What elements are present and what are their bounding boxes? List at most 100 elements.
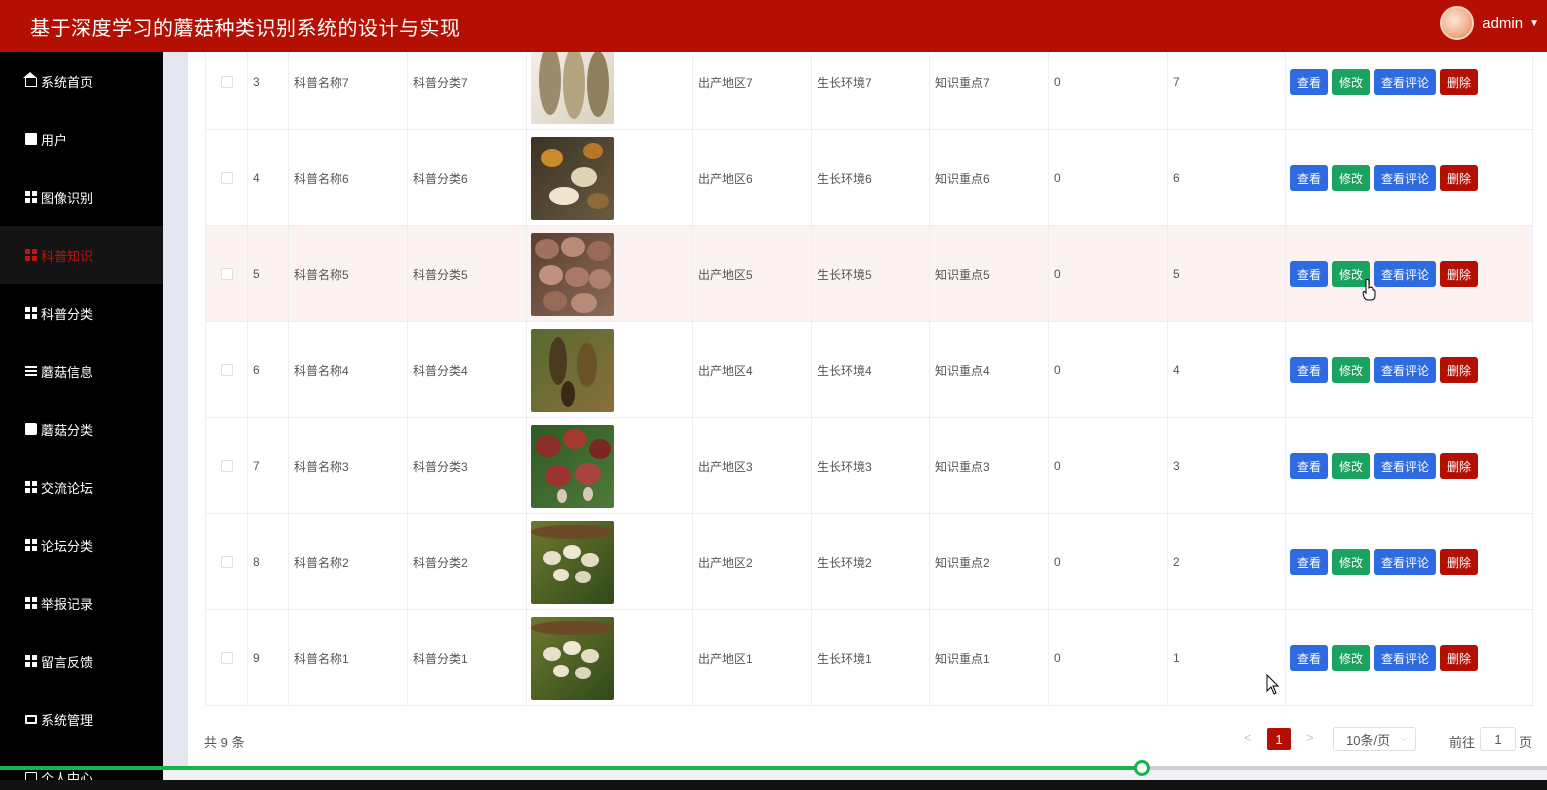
edit-button[interactable]: 修改: [1332, 645, 1371, 671]
delete-button[interactable]: 删除: [1440, 549, 1479, 575]
view-button[interactable]: 查看: [1290, 69, 1329, 95]
row-checkbox[interactable]: [220, 76, 233, 88]
name-cell: 科普名称5: [289, 226, 408, 322]
row-checkbox[interactable]: [220, 556, 233, 568]
content-gutter: [163, 52, 188, 766]
count-cell: 0: [1049, 130, 1168, 226]
view-button[interactable]: 查看: [1290, 549, 1329, 575]
index-cell: 4: [248, 130, 289, 226]
view-button[interactable]: 查看: [1290, 357, 1329, 383]
sidebar-item-label: 论坛分类: [41, 538, 94, 554]
table-row[interactable]: 9 科普名称1 科普分类1 出产地区1 生长环境1 知识重点1 0 1 查看 修…: [206, 610, 1532, 706]
sidebar-item[interactable]: 举报记录: [0, 574, 163, 632]
caret-down-icon[interactable]: ▼: [1529, 18, 1539, 29]
table-row[interactable]: 4 科普名称6 科普分类6 出产地区6 生长环境6 知识重点6 0 6 查看 修…: [206, 130, 1532, 226]
view-comments-button[interactable]: 查看评论: [1374, 69, 1437, 95]
table-row[interactable]: 3 科普名称7 科普分类7 出产地区7 生长环境7 知识重点7 0 7 查看 修…: [206, 52, 1532, 130]
area-cell: 出产地区2: [693, 514, 812, 610]
image-cell: [527, 130, 693, 226]
row-select-cell: [206, 52, 248, 130]
sidebar-item[interactable]: 图像识别: [0, 168, 163, 226]
sidebar-item[interactable]: 用户: [0, 110, 163, 168]
grid-icon: [25, 655, 37, 667]
view-button[interactable]: 查看: [1290, 453, 1329, 479]
count-cell: 0: [1049, 226, 1168, 322]
username[interactable]: admin: [1482, 15, 1523, 32]
edit-button[interactable]: 修改: [1332, 165, 1371, 191]
sidebar: 系统首页用户图像识别 科普知识 科普分类 蘑菇信息 蘑菇分类 交流论坛论坛分类举报记录 留言…: [0, 52, 163, 790]
delete-button[interactable]: 删除: [1440, 69, 1479, 95]
grid-icon: [25, 249, 37, 261]
image-cell: [527, 418, 693, 514]
avatar[interactable]: [1440, 6, 1475, 40]
table-row[interactable]: 6 科普名称4 科普分类4 出产地区4 生长环境4 知识重点4 0 4 查看 修…: [206, 322, 1532, 418]
page-size-select[interactable]: 10条/页 ⌵: [1333, 727, 1416, 751]
view-comments-button[interactable]: 查看评论: [1374, 549, 1437, 575]
next-page-button[interactable]: >: [1306, 730, 1314, 745]
sidebar-item[interactable]: 系统首页: [0, 52, 163, 110]
sidebar-item[interactable]: 科普分类: [0, 284, 163, 342]
edit-button[interactable]: 修改: [1332, 69, 1371, 95]
grid-icon: [25, 307, 37, 319]
sidebar-item[interactable]: 留言反馈: [0, 632, 163, 690]
delete-button[interactable]: 删除: [1440, 357, 1479, 383]
sidebar-item[interactable]: 论坛分类: [0, 516, 163, 574]
environment-cell: 生长环境5: [812, 226, 930, 322]
edit-button[interactable]: 修改: [1332, 453, 1371, 479]
sidebar-item[interactable]: 蘑菇信息: [0, 342, 163, 400]
view-button[interactable]: 查看: [1290, 261, 1329, 287]
count-cell: 0: [1049, 322, 1168, 418]
view-button[interactable]: 查看: [1290, 165, 1329, 191]
environment-cell: 生长环境3: [812, 418, 930, 514]
delete-button[interactable]: 删除: [1440, 165, 1479, 191]
progress-handle[interactable]: [1133, 760, 1150, 776]
category-cell: 科普分类4: [408, 322, 527, 418]
key-point-cell: 知识重点5: [930, 226, 1049, 322]
view-comments-button[interactable]: 查看评论: [1374, 645, 1437, 671]
row-select-cell: [206, 418, 248, 514]
area-cell: 出产地区5: [693, 226, 812, 322]
prev-page-button[interactable]: <: [1244, 730, 1252, 745]
mushroom-thumbnail[interactable]: [531, 616, 614, 700]
row-checkbox[interactable]: [220, 268, 233, 280]
sidebar-item[interactable]: 科普知识: [0, 226, 163, 284]
sidebar-item[interactable]: 蘑菇分类: [0, 400, 163, 458]
current-page-button[interactable]: 1: [1267, 728, 1291, 750]
grid-icon: [25, 597, 37, 609]
actions-cell: 查看 修改 查看评论 删除: [1286, 52, 1534, 130]
table-row[interactable]: 8 科普名称2 科普分类2 出产地区2 生长环境2 知识重点2 0 2 查看 修…: [206, 514, 1532, 610]
mushroom-thumbnail[interactable]: [531, 520, 614, 604]
table-row[interactable]: 7 科普名称3 科普分类3 出产地区3 生长环境3 知识重点3 0 3 查看 修…: [206, 418, 1532, 514]
mushroom-thumbnail[interactable]: [531, 424, 614, 508]
edit-button[interactable]: 修改: [1332, 549, 1371, 575]
index-cell: 6: [248, 322, 289, 418]
mushroom-thumbnail[interactable]: [531, 52, 614, 124]
edit-button[interactable]: 修改: [1332, 357, 1371, 383]
row-checkbox[interactable]: [220, 364, 233, 376]
image-cell: [527, 514, 693, 610]
delete-button[interactable]: 删除: [1440, 645, 1479, 671]
delete-button[interactable]: 删除: [1440, 453, 1479, 479]
view-comments-button[interactable]: 查看评论: [1374, 261, 1437, 287]
sidebar-item[interactable]: 系统管理: [0, 690, 163, 748]
row-checkbox[interactable]: [220, 172, 233, 184]
monitor-icon: [25, 714, 37, 724]
mushroom-thumbnail[interactable]: [531, 136, 614, 220]
user-menu[interactable]: admin ▼: [1440, 6, 1539, 40]
view-comments-button[interactable]: 查看评论: [1374, 165, 1437, 191]
table-row[interactable]: 5 科普名称5 科普分类5 出产地区5 生长环境5 知识重点5 0 5 查看 修…: [206, 226, 1532, 322]
view-comments-button[interactable]: 查看评论: [1374, 453, 1437, 479]
index-cell: 5: [248, 226, 289, 322]
key-point-cell: 知识重点4: [930, 322, 1049, 418]
goto-page-input[interactable]: 1: [1480, 727, 1516, 751]
delete-button[interactable]: 删除: [1440, 261, 1479, 287]
view-button[interactable]: 查看: [1290, 645, 1329, 671]
mushroom-thumbnail[interactable]: [531, 232, 614, 316]
view-comments-button[interactable]: 查看评论: [1374, 357, 1437, 383]
sidebar-item[interactable]: 交流论坛: [0, 458, 163, 516]
row-checkbox[interactable]: [220, 460, 233, 472]
mushroom-thumbnail[interactable]: [531, 328, 614, 412]
row-checkbox[interactable]: [220, 652, 233, 664]
sidebar-item-label: 用户: [41, 132, 68, 148]
row-select-cell: [206, 226, 248, 322]
